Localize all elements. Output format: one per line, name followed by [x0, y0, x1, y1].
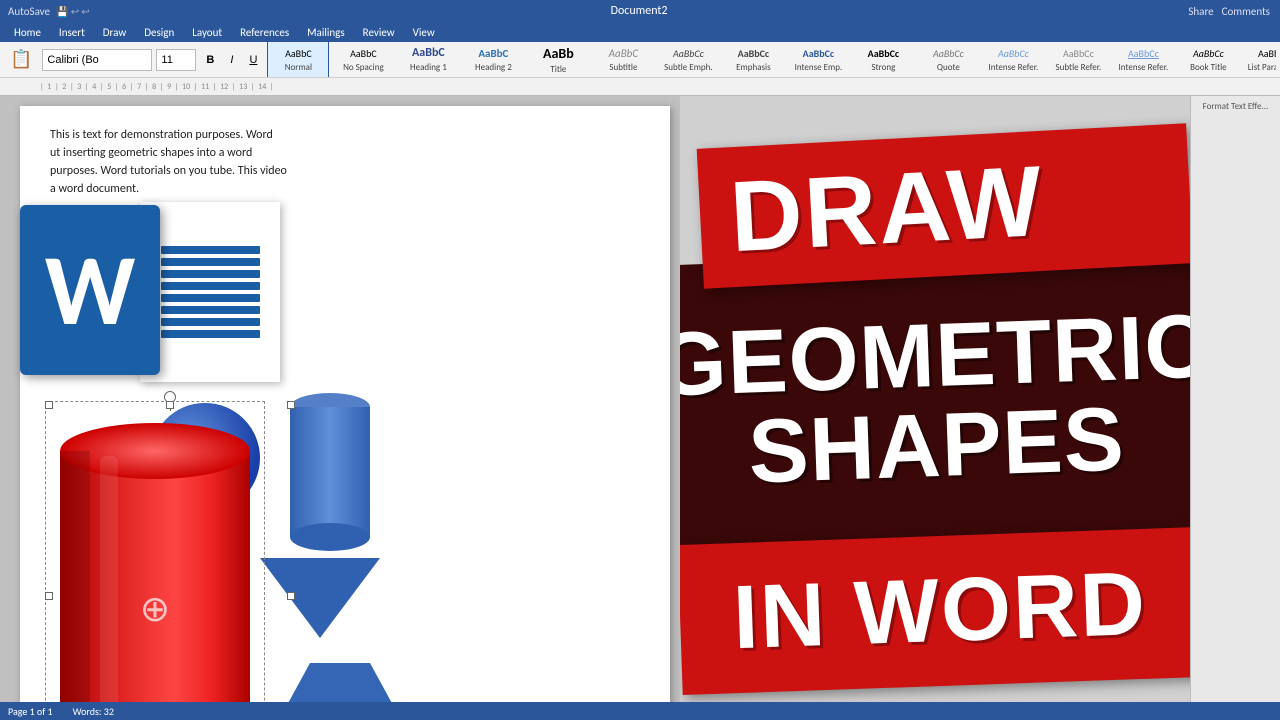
- word-count: Words: 32: [73, 705, 114, 718]
- style-gallery: AaBbC Normal AaBbC No Spacing AaBbC Head…: [267, 42, 1276, 78]
- toolbar-row: 📋 B I U AaBbC Normal AaBbC No Spacing Aa…: [0, 42, 1280, 78]
- style-emphasis[interactable]: AaBbCc Emphasis: [722, 42, 784, 78]
- draw-text: DRAW: [728, 151, 1046, 267]
- underline-btn[interactable]: U: [243, 47, 263, 73]
- inword-text: IN WORD: [731, 552, 1148, 669]
- clipboard-btn[interactable]: 📋: [4, 47, 38, 73]
- handle-mr[interactable]: [287, 592, 295, 600]
- right-content-area: DRAW GEOMETRIC SHAPES IN WORD: [680, 96, 1190, 720]
- style-strong[interactable]: AaBbCc Strong: [852, 42, 914, 78]
- word-w-letter: W: [45, 240, 136, 340]
- red-cylinder-svg: ⊕: [45, 401, 265, 720]
- style-title[interactable]: AaBb Title: [527, 42, 589, 78]
- title-bar-actions: Share Comments: [1188, 5, 1280, 18]
- italic-btn[interactable]: I: [224, 47, 239, 73]
- word-logo-bg: W: [20, 205, 160, 375]
- font-name-input[interactable]: [42, 49, 152, 71]
- handle-tr[interactable]: [287, 401, 295, 409]
- menu-view[interactable]: View: [405, 24, 443, 41]
- menu-home[interactable]: Home: [6, 24, 49, 41]
- svg-text:⊕: ⊕: [140, 587, 170, 631]
- word-doc-icon: [140, 202, 280, 382]
- handle-ml[interactable]: [45, 592, 53, 600]
- menu-mailings[interactable]: Mailings: [299, 24, 353, 41]
- word-logo-overlay: W: [20, 192, 315, 387]
- save-icons: 💾 ↩ ↩: [56, 5, 90, 18]
- style-intense-ref2[interactable]: AaBbCc Intense Refer.: [1112, 42, 1174, 78]
- geometric-banner: GEOMETRIC SHAPES: [680, 247, 1190, 555]
- style-book-title[interactable]: AaBbCc Book Title: [1177, 42, 1239, 78]
- style-intense-ref[interactable]: AaBbCc Intense Refer.: [982, 42, 1044, 78]
- menu-review[interactable]: Review: [355, 24, 403, 41]
- bold-btn[interactable]: B: [200, 47, 220, 73]
- ruler: | 1 | 2 | 3 | 4 | 5 | 6 | 7 | 8 | 9 | 10…: [0, 78, 1280, 96]
- menu-references[interactable]: References: [232, 24, 297, 41]
- style-subtle-ref[interactable]: AaBbCc Subtle Refer.: [1047, 42, 1109, 78]
- comments-button[interactable]: Comments: [1222, 5, 1270, 18]
- page-text: This is text for demonstration purposes.…: [50, 126, 630, 198]
- document-title: Document2: [90, 4, 1189, 18]
- autosave-label: AutoSave: [8, 5, 50, 18]
- style-nospacing[interactable]: AaBbC No Spacing: [332, 42, 394, 78]
- menu-insert[interactable]: Insert: [51, 24, 93, 41]
- status-bar: Page 1 of 1 Words: 32: [0, 702, 1280, 720]
- style-subtitle[interactable]: AaBbC Subtitle: [592, 42, 654, 78]
- page-info: Page 1 of 1: [8, 705, 53, 718]
- style-h2[interactable]: AaBbC Heading 2: [462, 42, 524, 78]
- style-intense-em[interactable]: AaBbCc Intense Emp.: [787, 42, 849, 78]
- menu-layout[interactable]: Layout: [184, 24, 230, 41]
- shapes-text: SHAPES: [747, 394, 1126, 497]
- style-h1[interactable]: AaBbC Heading 1: [397, 42, 459, 78]
- title-bar: AutoSave 💾 ↩ ↩ Document2 Share Comments: [0, 0, 1280, 22]
- style-subtle-em[interactable]: AaBbCc Subtle Emph.: [657, 42, 719, 78]
- format-panel-label[interactable]: Format Text Effe...: [1203, 101, 1269, 112]
- menu-draw[interactable]: Draw: [95, 24, 134, 41]
- ribbon-area: AutoSave 💾 ↩ ↩ Document2 Share Comments …: [0, 0, 1280, 78]
- handle-tm[interactable]: [166, 401, 174, 409]
- menu-design[interactable]: Design: [136, 24, 182, 41]
- red-cylinder-container[interactable]: ⊕: [30, 386, 310, 720]
- inword-banner: IN WORD: [680, 527, 1190, 695]
- style-quote[interactable]: AaBbCc Quote: [917, 42, 979, 78]
- style-list-para[interactable]: AaBbCc List Paragraph: [1242, 42, 1276, 78]
- menu-bar: Home Insert Draw Design Layout Reference…: [0, 22, 1280, 42]
- style-normal[interactable]: AaBbC Normal: [267, 42, 329, 78]
- draw-banner: DRAW: [697, 123, 1190, 288]
- right-panel: Icons Format Text Effe...: [1190, 78, 1280, 720]
- share-button[interactable]: Share: [1188, 5, 1213, 18]
- handle-tl[interactable]: [45, 401, 53, 409]
- font-size-input[interactable]: [156, 49, 196, 71]
